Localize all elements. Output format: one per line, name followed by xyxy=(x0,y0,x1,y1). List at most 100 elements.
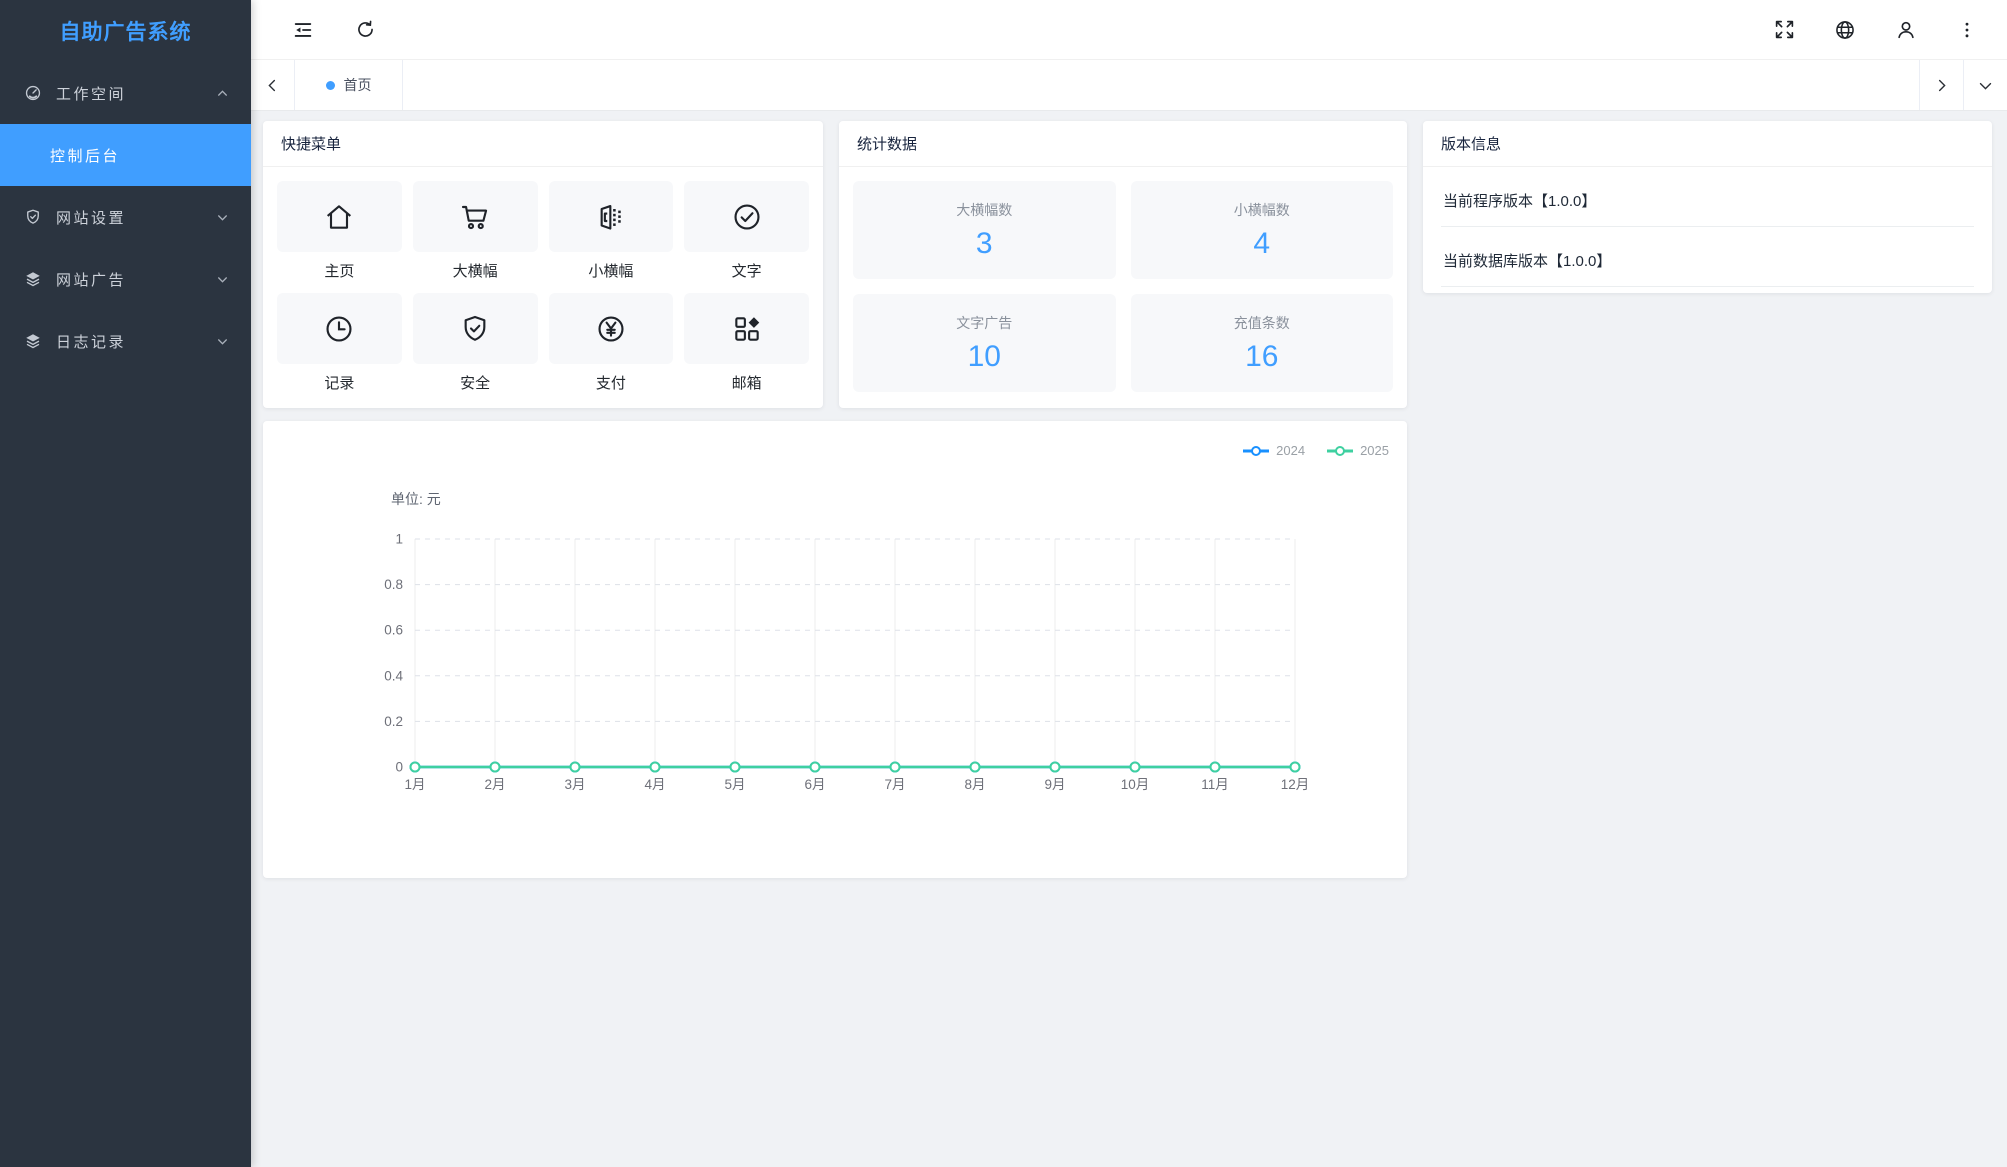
globe-icon xyxy=(1834,19,1856,41)
chevron-down-icon xyxy=(216,335,229,348)
sidebar-item-site-settings[interactable]: 网站设置 xyxy=(0,186,251,248)
sidebar-item-workspace[interactable]: 工作空间 xyxy=(0,62,251,124)
svg-text:6月: 6月 xyxy=(804,777,825,792)
sidebar-item-label: 日志记录 xyxy=(56,331,216,352)
tab-home[interactable]: 首页 xyxy=(295,60,403,110)
user-button[interactable] xyxy=(1894,18,1918,42)
chart-unit-title: 单位: 元 xyxy=(391,489,441,509)
svg-text:5月: 5月 xyxy=(724,777,745,792)
svg-text:8月: 8月 xyxy=(964,777,985,792)
version-list: 当前程序版本【1.0.0】 当前数据库版本【1.0.0】 xyxy=(1423,167,1992,293)
fullscreen-icon xyxy=(1774,19,1795,40)
quick-item-big-banner[interactable]: 大横幅 xyxy=(413,181,538,293)
svg-text:11月: 11月 xyxy=(1201,777,1229,792)
clock-icon xyxy=(323,313,355,345)
stat-big-banner-count: 大横幅数 3 xyxy=(853,181,1116,279)
sidebar-item-control-backend[interactable]: 控制后台 xyxy=(0,124,251,186)
stat-text-ads-count: 文字广告 10 xyxy=(853,294,1116,392)
quick-item-mailbox[interactable]: 邮箱 xyxy=(684,293,809,405)
language-button[interactable] xyxy=(1833,18,1857,42)
sidebar: 自助广告系统 工作空间 控制后台 网站设置 xyxy=(0,0,251,1167)
svg-text:9月: 9月 xyxy=(1044,777,1065,792)
svg-text:2月: 2月 xyxy=(484,777,505,792)
main-area: 首页 快捷菜单 主页 大横幅 xyxy=(251,0,2007,1167)
circle-check-icon xyxy=(731,201,763,233)
layers-icon xyxy=(24,270,42,288)
sidebar-item-logs[interactable]: 日志记录 xyxy=(0,310,251,372)
tabs-spacer xyxy=(403,60,1919,110)
stats-card: 统计数据 大横幅数 3 小横幅数 4 文字广告 10 充值条 xyxy=(839,121,1407,408)
shield-check-icon xyxy=(24,208,42,226)
fold-sidebar-button[interactable] xyxy=(291,18,315,42)
svg-text:0.2: 0.2 xyxy=(384,714,403,729)
panel-dots-icon xyxy=(595,201,627,233)
revenue-chart-card: 2024 2025 单位: 元 00.20.40.60.811月2月3月4月5月… xyxy=(263,421,1407,878)
stat-value: 4 xyxy=(1253,227,1270,261)
quick-menu-grid: 主页 大横幅 小横幅 xyxy=(263,167,823,405)
tabs-scroll-left-button[interactable] xyxy=(251,60,295,110)
stat-value: 3 xyxy=(976,227,993,261)
svg-text:1月: 1月 xyxy=(404,777,425,792)
quick-item-security[interactable]: 安全 xyxy=(413,293,538,405)
svg-text:12月: 12月 xyxy=(1281,777,1310,792)
submenu-item-label: 控制后台 xyxy=(50,145,120,166)
header-right xyxy=(1772,18,1979,42)
sidebar-item-label: 网站广告 xyxy=(56,269,216,290)
quick-item-small-banner[interactable]: 小横幅 xyxy=(549,181,674,293)
stat-value: 16 xyxy=(1245,340,1278,374)
quick-menu-title: 快捷菜单 xyxy=(263,121,823,167)
page-content: 快捷菜单 主页 大横幅 xyxy=(251,111,2007,1167)
version-card: 版本信息 当前程序版本【1.0.0】 当前数据库版本【1.0.0】 xyxy=(1423,121,1992,293)
chevron-down-icon xyxy=(1978,78,1993,93)
legend-item-2025[interactable]: 2025 xyxy=(1327,443,1389,458)
fullscreen-button[interactable] xyxy=(1772,18,1796,42)
stat-small-banner-count: 小横幅数 4 xyxy=(1131,181,1394,279)
chevron-right-icon xyxy=(1934,78,1949,93)
tab-bar: 首页 xyxy=(251,60,2007,111)
refresh-button[interactable] xyxy=(353,18,377,42)
svg-text:3月: 3月 xyxy=(564,777,585,792)
stat-recharge-count: 充值条数 16 xyxy=(1131,294,1394,392)
shield-check-icon xyxy=(459,313,491,345)
dashboard-icon xyxy=(24,84,42,102)
legend-item-2024[interactable]: 2024 xyxy=(1243,443,1305,458)
svg-text:0.4: 0.4 xyxy=(384,668,403,683)
layers-icon xyxy=(24,332,42,350)
tabs-scroll-right-button[interactable] xyxy=(1919,60,1963,110)
quick-item-text[interactable]: 文字 xyxy=(684,181,809,293)
more-button[interactable] xyxy=(1955,18,1979,42)
svg-text:0.8: 0.8 xyxy=(384,577,403,592)
cart-icon xyxy=(459,201,491,233)
chart-legend: 2024 2025 xyxy=(1243,443,1389,458)
sidebar-item-site-ads[interactable]: 网站广告 xyxy=(0,248,251,310)
tab-label: 首页 xyxy=(344,75,372,95)
svg-text:1: 1 xyxy=(395,532,403,547)
fold-icon xyxy=(292,19,314,41)
chevron-down-icon xyxy=(216,273,229,286)
quick-menu-card: 快捷菜单 主页 大横幅 xyxy=(263,121,823,408)
chevron-down-icon xyxy=(216,211,229,224)
app-logo: 自助广告系统 xyxy=(0,0,251,62)
sidebar-item-label: 网站设置 xyxy=(56,207,216,228)
quick-item-records[interactable]: 记录 xyxy=(277,293,402,405)
quick-item-home[interactable]: 主页 xyxy=(277,181,402,293)
svg-text:0: 0 xyxy=(395,760,403,775)
home-icon xyxy=(323,201,355,233)
chevron-left-icon xyxy=(265,78,280,93)
more-vertical-icon xyxy=(1957,20,1977,40)
tabs-menu-button[interactable] xyxy=(1963,60,2007,110)
header-left xyxy=(291,18,377,42)
stats-title: 统计数据 xyxy=(839,121,1407,167)
quick-item-payment[interactable]: 支付 xyxy=(549,293,674,405)
program-version: 当前程序版本【1.0.0】 xyxy=(1441,167,1974,227)
yen-icon xyxy=(595,313,627,345)
database-version: 当前数据库版本【1.0.0】 xyxy=(1441,227,1974,287)
legend-marker xyxy=(1327,445,1353,457)
sidebar-item-label: 工作空间 xyxy=(56,83,216,104)
svg-text:7月: 7月 xyxy=(884,777,905,792)
user-icon xyxy=(1895,19,1917,41)
version-title: 版本信息 xyxy=(1423,121,1992,167)
chevron-up-icon xyxy=(216,87,229,100)
svg-text:0.6: 0.6 xyxy=(384,623,403,638)
stat-value: 10 xyxy=(968,340,1001,374)
